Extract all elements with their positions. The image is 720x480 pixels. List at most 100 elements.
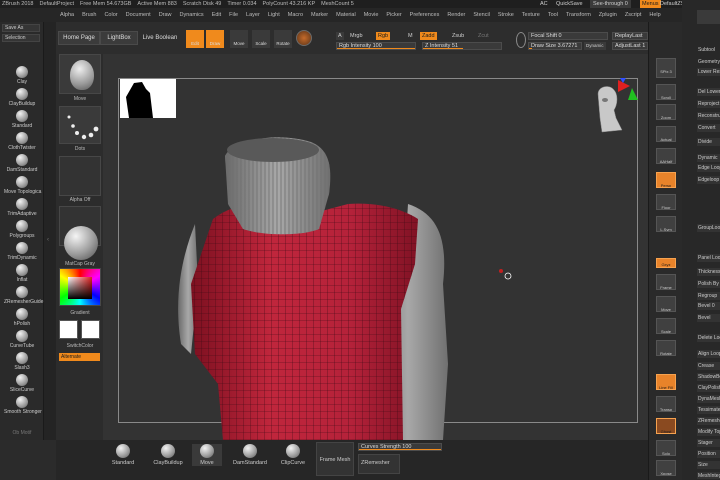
polish-by-button[interactable]: Polish By: [697, 280, 720, 288]
zoom-button[interactable]: Zoom: [656, 104, 676, 120]
lazy-mouse-icon[interactable]: [516, 32, 526, 48]
edit-mode-button[interactable]: Edit: [186, 30, 204, 48]
dynamic-button[interactable]: Dynamic: [584, 42, 606, 50]
menu-movie[interactable]: Movie: [360, 12, 383, 18]
actual-button[interactable]: Actual: [656, 126, 676, 142]
alternate-button[interactable]: Alternate: [59, 353, 100, 361]
claypolish-header[interactable]: ClayPolish: [697, 384, 720, 392]
gxyz-button[interactable]: Gxyz: [656, 258, 676, 268]
a-button[interactable]: A: [336, 32, 344, 40]
menu-stencil[interactable]: Stencil: [469, 12, 494, 18]
alpha-preview-tile[interactable]: [59, 156, 101, 196]
focal-shift-slider[interactable]: Focal Shift 0: [528, 32, 608, 40]
zremesher-button[interactable]: ZRemesher: [358, 454, 400, 474]
brush-clothtwister[interactable]: ClothTwister: [4, 132, 40, 151]
align-loops-button[interactable]: Align Loops: [697, 350, 720, 358]
brush-trimadaptive[interactable]: TrimAdaptive: [4, 198, 40, 217]
zadd-button[interactable]: Zadd: [420, 32, 437, 40]
stroke-preview-tile[interactable]: [59, 106, 101, 144]
brush-claybuildup[interactable]: ClayBuildup: [4, 88, 40, 107]
menu-zscript[interactable]: Zscript: [621, 12, 646, 18]
menu-transform[interactable]: Transform: [562, 12, 595, 18]
spix-button[interactable]: SPix 3: [656, 58, 676, 78]
switchcolor-button[interactable]: SwitchColor: [56, 343, 104, 349]
lower-res-button[interactable]: Lower Res: [697, 68, 720, 76]
divide-button[interactable]: Divide: [697, 138, 720, 146]
curves-strength-slider[interactable]: Curves Strength 100: [358, 443, 442, 451]
secondary-color-swatch[interactable]: [81, 320, 100, 339]
quicksave-button[interactable]: QuickSave: [556, 0, 583, 8]
menu-stroke[interactable]: Stroke: [494, 12, 518, 18]
sweater-model[interactable]: [103, 54, 648, 440]
floor-button[interactable]: Floor: [656, 194, 676, 210]
transp-button[interactable]: Transp: [656, 396, 676, 412]
frame-mesh-button[interactable]: Frame Mesh: [316, 442, 354, 476]
menu-color[interactable]: Color: [100, 12, 121, 18]
brush-standard[interactable]: Standard: [4, 110, 40, 129]
menus-button[interactable]: Menus: [640, 0, 661, 8]
grouploops-button[interactable]: GroupLoops: [697, 224, 720, 232]
del-lower-button[interactable]: Del Lower: [697, 88, 720, 96]
save-as-button[interactable]: Save As: [2, 24, 40, 32]
ghost-button[interactable]: Ghost: [656, 418, 676, 434]
menu-help[interactable]: Help: [645, 12, 664, 18]
home-page-tab[interactable]: Home Page: [58, 31, 100, 45]
menu-preferences[interactable]: Preferences: [406, 12, 444, 18]
brush-smooth-stronger[interactable]: Smooth Stronger: [4, 396, 42, 415]
material-sphere-icon[interactable]: [296, 30, 312, 46]
adjustlast-slider[interactable]: AdjustLast 1: [612, 42, 648, 50]
zsub-button[interactable]: Zsub: [450, 32, 466, 40]
move-view-button[interactable]: Move: [656, 296, 676, 312]
xpose-button[interactable]: Xpose: [656, 460, 676, 476]
menu-texture[interactable]: Texture: [518, 12, 544, 18]
menu-brush[interactable]: Brush: [78, 12, 100, 18]
thickness-slider[interactable]: Thickness: [697, 268, 720, 276]
geometry-header[interactable]: Geometry: [697, 58, 720, 66]
reconstruct-button[interactable]: Reconstruct: [697, 112, 720, 120]
draw-mode-button[interactable]: Draw: [206, 30, 224, 48]
size-header[interactable]: Size: [697, 461, 720, 469]
menu-edit[interactable]: Edit: [208, 12, 225, 18]
solo-button[interactable]: Solo: [656, 440, 676, 456]
dynamic-subdiv-header[interactable]: Dynamic: [697, 154, 720, 162]
brush-inflat[interactable]: Inflat: [4, 264, 40, 283]
m-button[interactable]: M: [406, 32, 415, 40]
brush-slash3[interactable]: Slash3: [4, 352, 40, 371]
menu-material[interactable]: Material: [332, 12, 360, 18]
menu-zplugin[interactable]: Zplugin: [595, 12, 621, 18]
bottom-brush-damstandard[interactable]: DamStandard: [232, 444, 268, 466]
shadowbox-header[interactable]: ShadowBox: [697, 373, 720, 381]
subtool-header[interactable]: Subtool: [697, 46, 720, 54]
brush-damstandard[interactable]: DamStandard: [4, 154, 40, 173]
bottom-brush-standard[interactable]: Standard: [108, 444, 138, 466]
color-swatch-square[interactable]: [68, 277, 92, 299]
rgb-button[interactable]: Rgb: [376, 32, 391, 40]
live-boolean-button[interactable]: Live Boolean: [140, 31, 180, 45]
scale-mode-button[interactable]: Scale: [252, 30, 270, 48]
crease-header[interactable]: Crease: [697, 362, 720, 370]
dynamesh-header[interactable]: DynaMesh: [697, 395, 720, 403]
brush-trimdynamic[interactable]: TrimDynamic: [4, 242, 40, 261]
menu-light[interactable]: Light: [264, 12, 284, 18]
mrgb-button[interactable]: Mrgb: [348, 32, 365, 40]
menu-macro[interactable]: Macro: [284, 12, 307, 18]
zremesher-header[interactable]: ZRemesher: [697, 417, 720, 425]
frame-button[interactable]: Frame: [656, 274, 676, 290]
rotate-view-button[interactable]: Rotate: [656, 340, 676, 356]
menu-layer[interactable]: Layer: [242, 12, 264, 18]
menu-dynamics[interactable]: Dynamics: [176, 12, 208, 18]
reproject-button[interactable]: Reproject: [697, 100, 720, 108]
brush-clay[interactable]: Clay: [4, 66, 40, 85]
color-picker[interactable]: [59, 268, 101, 306]
bottom-brush-move[interactable]: Move: [192, 444, 222, 466]
selection-button[interactable]: Selection: [2, 34, 40, 42]
bottom-brush-claybuildup[interactable]: ClayBuildup: [150, 444, 186, 466]
rgb-intensity-slider[interactable]: Rgb Intensity 100: [336, 42, 416, 50]
draw-size-slider[interactable]: Draw Size 3.67271: [528, 42, 582, 50]
main-color-swatch[interactable]: [59, 320, 78, 339]
bevel-button[interactable]: Bevel: [697, 314, 720, 322]
brush-curvetube[interactable]: CurveTube: [4, 330, 40, 349]
menu-file[interactable]: File: [225, 12, 242, 18]
replaylast-button[interactable]: ReplayLast: [612, 32, 648, 40]
menu-alpha[interactable]: Alpha: [56, 12, 78, 18]
